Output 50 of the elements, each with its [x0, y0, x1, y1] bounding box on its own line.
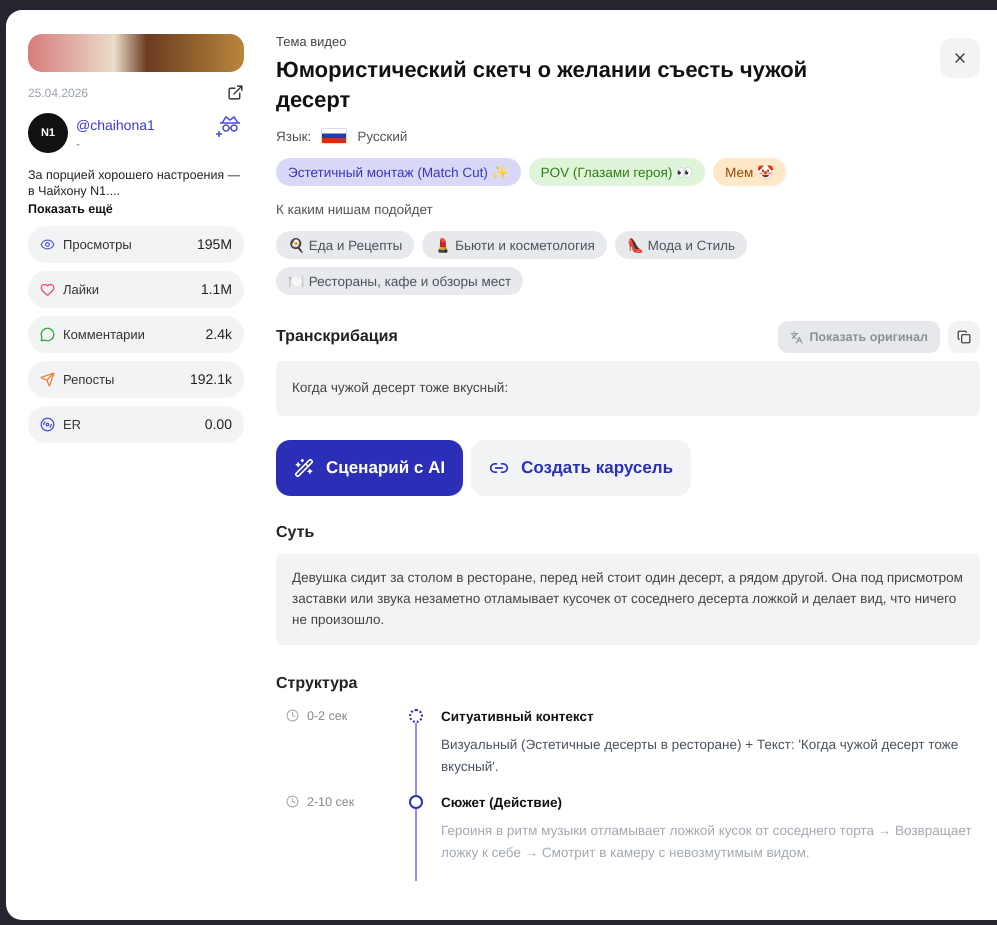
step-title: Ситуативный контекст: [441, 709, 595, 724]
section-title: Суть: [276, 524, 316, 542]
language-label: Язык:: [276, 128, 312, 144]
stat-value: 1.1M: [200, 281, 232, 297]
stat-value: 195M: [196, 236, 232, 252]
stat-label: Репосты: [63, 372, 114, 386]
step-description: Героиня в ритм музыки отламывает ложкой кусок от соседнего торта → Возвращает ложку к себе → Смотрит в камеру с невозмутимым видом.: [441, 822, 973, 862]
language-value: Русский: [357, 128, 408, 144]
stat-value: 192.1k: [190, 371, 232, 387]
author-subtitle: -: [76, 137, 81, 151]
external-link-icon[interactable]: [227, 84, 244, 101]
step-title: Сюжет (Действие): [441, 795, 563, 810]
stat-value: 0.00: [204, 416, 232, 432]
step-description: Визуальный (Эстетичные десерты в ресторане) + Текст: 'Когда чужой десерт тоже вкусный'.: [441, 736, 960, 776]
stat-label: Лайки: [63, 282, 99, 296]
magic-wand-icon: [294, 458, 314, 478]
niches-label: К каким нишам подойдет: [276, 202, 434, 218]
niche-tag: 💄 Бьюти и косметология: [422, 231, 607, 260]
format-tag: Эстетичный монтаж (Match Cut) ✨: [276, 158, 521, 186]
author-avatar: N1: [28, 113, 68, 153]
format-tag: POV (Глазами героя) 👀: [528, 158, 706, 186]
ai-script-button[interactable]: Сценарий с AI: [276, 440, 464, 496]
author-handle[interactable]: @chaihona1: [76, 117, 206, 133]
flag-icon: [321, 128, 348, 144]
author-description: За порцией хорошего настроения — в Чайхону N1....: [28, 167, 242, 200]
niche-tag: 🍳 Еда и Рецепты: [276, 231, 414, 260]
clock-icon: [286, 795, 299, 808]
post-date: 25.04.2026: [28, 86, 88, 100]
step-time: 2-10 сек: [276, 795, 401, 882]
stat-label: Просмотры: [63, 236, 132, 252]
stat-label: Комментарии: [63, 326, 145, 342]
stat-label: ER: [63, 416, 82, 432]
video-title: Юмористический скетч о желании съесть чужой десерт: [276, 56, 808, 114]
niche-tag: 👠 Мода и Стиль: [614, 231, 748, 260]
section-title: Транскрибация: [276, 328, 399, 346]
copy-button[interactable]: [948, 321, 980, 354]
step-time: 0-2 сек: [276, 709, 401, 796]
essence-text: Девушка сидит за столом в ресторане, перед ней стоит один десерт, а рядом другой. Она под присмотром заставки или звука незаметно отламывает кусочек от соседнего десерта ложкой и делает вид, что ничего не произошло.: [276, 554, 980, 646]
section-caption: Тема видео: [276, 34, 348, 49]
stat-value: 2.4k: [206, 326, 232, 342]
show-more-link[interactable]: Показать ещё: [28, 202, 244, 216]
transcription-text: Когда чужой десерт тоже вкусный:: [276, 361, 980, 416]
close-button[interactable]: [940, 38, 980, 78]
section-title: Структура: [276, 675, 358, 694]
carousel-button[interactable]: Создать карусель: [471, 440, 692, 496]
copy-icon: [957, 330, 971, 344]
clock-icon: [286, 709, 299, 722]
niche-tag: 🍽 Рестораны, кафе и обзоры мест: [276, 267, 524, 296]
translate-icon: [790, 330, 804, 344]
format-tag: Мем 🤡: [713, 158, 786, 186]
